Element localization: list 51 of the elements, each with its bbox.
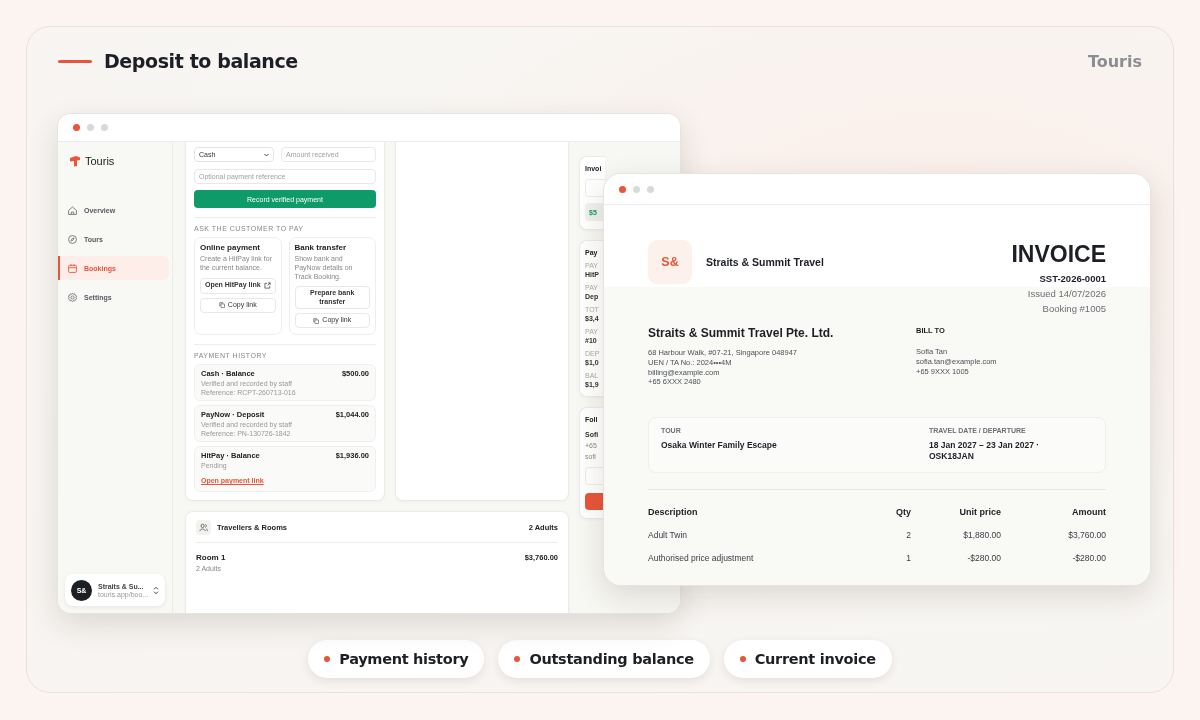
- external-link-icon: [263, 282, 271, 289]
- compass-icon: [67, 233, 78, 245]
- table-cell-text: 1: [905, 551, 911, 565]
- brand-name: Touris: [1087, 51, 1142, 71]
- feature-pill: Payment history: [308, 640, 485, 678]
- maximize-dot[interactable]: [647, 185, 654, 193]
- invoice-title: INVOICE: [1011, 242, 1106, 266]
- table-cell-text: $1,880.00: [962, 528, 1001, 542]
- column-header: Amount: [1071, 505, 1106, 519]
- table-cell-text: 2: [905, 528, 911, 542]
- bullet-dot: [324, 656, 331, 662]
- column-header: Unit price: [958, 505, 1001, 519]
- booking-number: Booking #1005: [1041, 303, 1106, 314]
- logo-text: Touris: [85, 155, 115, 167]
- bullet-dot: [739, 656, 746, 662]
- home-icon: [67, 204, 78, 216]
- maximize-dot[interactable]: [101, 124, 108, 131]
- accent-line: [58, 59, 92, 63]
- calendar-icon: [67, 262, 78, 274]
- company-logo: S&: [648, 240, 692, 284]
- people-icon: [196, 519, 211, 535]
- close-dot[interactable]: [619, 185, 626, 193]
- option-title: Bank transfer: [294, 243, 348, 252]
- minimize-dot[interactable]: [87, 124, 94, 131]
- page-title: Deposit to balance: [104, 50, 298, 72]
- minimize-dot[interactable]: [633, 185, 640, 193]
- bullet-dot: [514, 656, 521, 662]
- chevron-updown-icon: [153, 585, 159, 595]
- seller-name: Straits & Summit Travel Pte. Ltd.: [648, 326, 835, 340]
- chevron-down-icon: [264, 152, 269, 157]
- tour-name: Osaka Winter Family Escape: [661, 440, 778, 452]
- table-cell-text: Authorised price adjustment: [648, 551, 755, 565]
- column-header: Description: [648, 505, 699, 519]
- column-header: Qty: [895, 505, 911, 519]
- logo-icon: [69, 155, 81, 167]
- invoice-number: SST-2026-0001: [1038, 273, 1106, 284]
- table-cell-text: Adult Twin: [648, 528, 689, 542]
- travel-dates: 18 Jan 2027 – 23 Jan 2027 · OSK18JAN: [929, 440, 1041, 463]
- copy-icon: [313, 317, 320, 324]
- feature-pill: Outstanding balance: [498, 640, 710, 678]
- close-dot[interactable]: [73, 124, 80, 131]
- table-cell-text: -$280.00: [966, 551, 1001, 565]
- copy-icon: [218, 302, 225, 308]
- table-cell-text: -$280.00: [1071, 551, 1106, 565]
- room-name: Room 1: [196, 553, 226, 563]
- company-name: Straits & Summit Travel: [706, 256, 824, 268]
- issue-date: Issued 14/07/2026: [1026, 288, 1106, 299]
- settings-icon: [67, 291, 78, 303]
- table-cell-text: $3,760.00: [1067, 528, 1106, 542]
- feature-pill: Current invoice: [723, 640, 892, 678]
- option-title: Online payment: [200, 243, 261, 252]
